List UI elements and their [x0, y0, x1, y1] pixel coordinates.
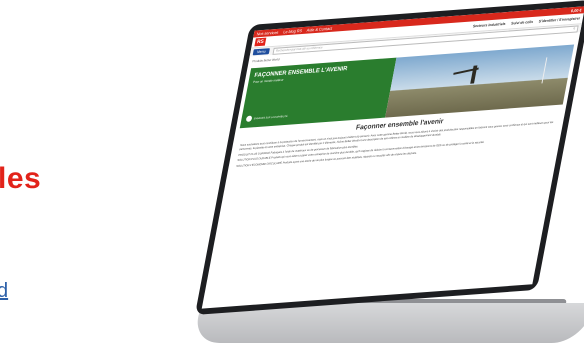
industries-link[interactable]: Secteurs industriels [473, 22, 506, 28]
hero-text-panel: FAÇONNER ENSEMBLE L'AVENIR Pour un monde… [239, 57, 397, 129]
wind-turbine [541, 57, 548, 84]
laptop-lid: Nos services Le blog RS Aide & Contact 0… [194, 0, 584, 316]
background-link[interactable]: d [0, 280, 8, 303]
sustainability-badge: ENGAGÉS SUR LA DURABILITÉ [245, 113, 289, 122]
search-icon[interactable]: ⚲ [573, 27, 576, 31]
hero-image [385, 44, 575, 118]
track-order-link[interactable]: Suivi de colis [511, 20, 534, 26]
globe-icon [245, 115, 253, 122]
menu-button[interactable]: Menu [252, 48, 270, 56]
top-right: 0,00 € [571, 7, 583, 13]
login-link[interactable]: S'identifier / S'enregistrer [538, 16, 580, 23]
rs-logo[interactable]: RS [254, 37, 267, 47]
cart-total[interactable]: 0,00 € [571, 7, 583, 13]
badge-label: ENGAGÉS SUR LA DURABILITÉ [253, 114, 289, 120]
background-heading: les [0, 162, 42, 195]
laptop-screen: Nos services Le blog RS Aide & Contact 0… [201, 6, 584, 309]
